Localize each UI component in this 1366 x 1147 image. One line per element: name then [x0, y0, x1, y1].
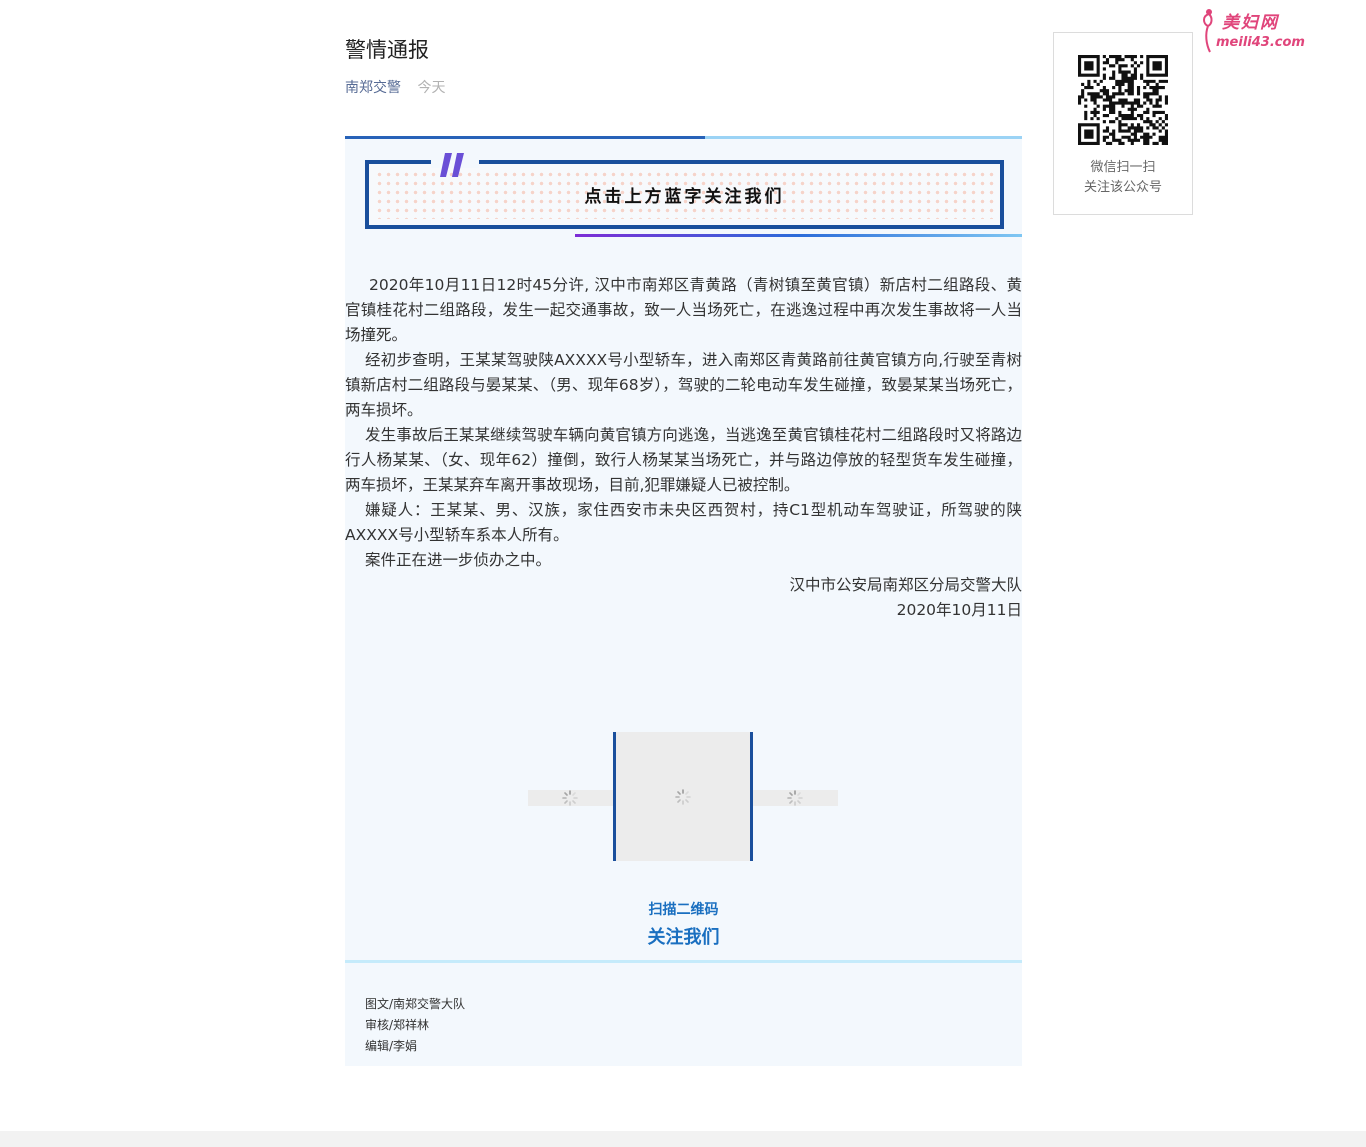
sidebar-qr-card: 微信扫一扫 关注该公众号 — [1053, 32, 1193, 215]
signature-org: 汉中市公安局南郑区分局交警大队 — [789, 576, 1022, 594]
article-body: 2020年10月11日12时45分许, 汉中市南郑区青黄路（青树镇至黄官镇）新店… — [345, 273, 1022, 623]
article-credits: 图文/南郑交警大队 审核/郑祥林 编辑/李娟 — [365, 994, 465, 1057]
carousel-image-center[interactable] — [613, 732, 753, 861]
banner-gradient-underline — [575, 234, 1022, 237]
loading-spinner-icon — [675, 789, 691, 805]
qr-caption-line1: 微信扫一扫 — [1090, 160, 1156, 175]
site-watermark-logo: 美妇网 meili43.com — [1203, 9, 1305, 53]
follow-us-label: 关注我们 — [647, 927, 720, 948]
carousel-image-right[interactable] — [753, 790, 838, 806]
body-paragraph: 发生事故后王某某继续驾驶车辆向黄官镇方向逃逸，当逃逸至黄官镇桂花村二组路段时又将… — [345, 426, 1022, 494]
qr-caption-line2: 关注该公众号 — [1083, 180, 1162, 195]
body-paragraph: 嫌疑人：王某某、男、汉族，家住西安市未央区西贺村，持C1型机动车驾驶证，所驾驶的… — [345, 501, 1022, 544]
top-divider-dark — [345, 136, 705, 139]
publish-date: 今天 — [417, 80, 446, 96]
credit-reviewer: 审核/郑祥林 — [365, 1018, 430, 1032]
body-paragraph: 2020年10月11日12时45分许, 汉中市南郑区青黄路（青树镇至黄官镇）新店… — [345, 276, 1022, 344]
page-footer-bar — [0, 1131, 1366, 1147]
article-content: 点击上方蓝字关注我们 2020年10月11日12时45分许, 汉中市南郑区青黄路… — [345, 136, 1022, 1066]
follow-us-banner: 点击上方蓝字关注我们 — [365, 153, 1004, 229]
double-quote-icon — [440, 153, 464, 177]
carousel-image-left[interactable] — [528, 790, 613, 806]
qr-code-icon[interactable] — [1078, 55, 1168, 145]
body-paragraph: 经初步查明，王某某驾驶陕AXXXX号小型轿车，进入南郑区青黄路前往黄官镇方向,行… — [345, 351, 1022, 419]
top-divider-light — [705, 136, 1022, 139]
credit-author: 图文/南郑交警大队 — [365, 997, 466, 1011]
loading-spinner-icon — [562, 790, 578, 806]
article-title: 警情通报 — [345, 38, 429, 62]
watermark-name: 美妇网 — [1222, 13, 1280, 33]
credit-editor: 编辑/李娟 — [365, 1039, 418, 1053]
account-name-link[interactable]: 南郑交警 — [345, 80, 401, 96]
follow-us-text: 点击上方蓝字关注我们 — [584, 187, 785, 207]
loading-spinner-icon — [787, 790, 803, 806]
watermark-domain: meili43.com — [1216, 35, 1305, 50]
image-carousel[interactable] — [345, 732, 1022, 872]
signature-date: 2020年10月11日 — [896, 601, 1022, 619]
bottom-divider — [345, 960, 1022, 963]
scan-qr-label: 扫描二维码 — [648, 902, 719, 918]
qr-caption: 微信扫一扫 关注该公众号 — [1054, 158, 1192, 198]
body-paragraph: 案件正在进一步侦办之中。 — [365, 551, 552, 569]
article-meta: 南郑交警 今天 — [345, 77, 445, 97]
